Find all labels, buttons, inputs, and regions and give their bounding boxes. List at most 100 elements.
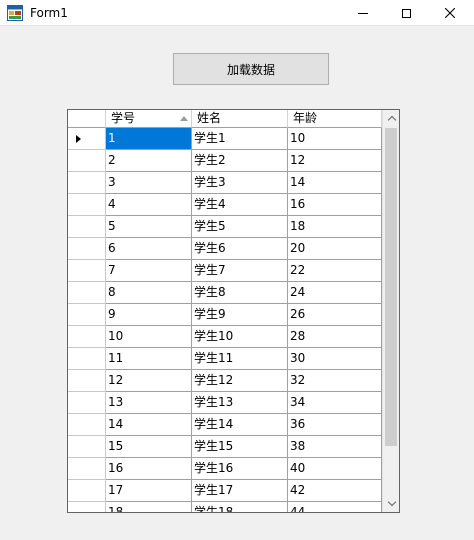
cell-age[interactable]: 20 [288,238,382,260]
cell-id[interactable]: 5 [106,216,192,238]
cell-age[interactable]: 34 [288,392,382,414]
cell-age[interactable]: 26 [288,304,382,326]
cell-id[interactable]: 12 [106,370,192,392]
cell-age[interactable]: 14 [288,172,382,194]
table-row[interactable]: 10 学生10 28 [68,326,382,348]
table-row[interactable]: 16 学生16 40 [68,458,382,480]
table-row[interactable]: 6 学生6 20 [68,238,382,260]
table-row[interactable]: 3 学生3 14 [68,172,382,194]
cell-name[interactable]: 学生13 [192,392,288,414]
cell-id[interactable]: 6 [106,238,192,260]
table-row[interactable]: 4 学生4 16 [68,194,382,216]
cell-name[interactable]: 学生18 [192,502,288,512]
cell-id[interactable]: 4 [106,194,192,216]
cell-name[interactable]: 学生9 [192,304,288,326]
table-row[interactable]: 11 学生11 30 [68,348,382,370]
column-header-age[interactable]: 年龄 [288,110,382,128]
minimize-button[interactable] [340,0,386,26]
table-row[interactable]: 12 学生12 32 [68,370,382,392]
cell-name[interactable]: 学生7 [192,260,288,282]
cell-id[interactable]: 13 [106,392,192,414]
cell-name[interactable]: 学生3 [192,172,288,194]
column-header-name[interactable]: 姓名 [192,110,288,128]
grid-corner-header[interactable] [68,110,106,128]
cell-id[interactable]: 16 [106,458,192,480]
row-header[interactable] [68,238,106,260]
maximize-button[interactable] [383,0,429,26]
row-header[interactable] [68,502,106,512]
cell-age[interactable]: 16 [288,194,382,216]
cell-name[interactable]: 学生15 [192,436,288,458]
table-row[interactable]: 13 学生13 34 [68,392,382,414]
cell-id[interactable]: 18 [106,502,192,512]
cell-id[interactable]: 11 [106,348,192,370]
cell-age[interactable]: 22 [288,260,382,282]
row-header[interactable] [68,216,106,238]
data-grid[interactable]: 学号 姓名 年龄 1 学生1 10 2 学生2 12 3 学生3 14 4 学生4 16 5 学生5 18 6… [67,109,400,513]
cell-id[interactable]: 1 [106,128,192,150]
row-header[interactable] [68,436,106,458]
row-header[interactable] [68,458,106,480]
table-row[interactable]: 14 学生14 36 [68,414,382,436]
cell-age[interactable]: 32 [288,370,382,392]
row-header[interactable] [68,282,106,304]
table-row[interactable]: 5 学生5 18 [68,216,382,238]
cell-name[interactable]: 学生6 [192,238,288,260]
cell-id[interactable]: 2 [106,150,192,172]
row-header[interactable] [68,150,106,172]
row-header[interactable] [68,260,106,282]
cell-age[interactable]: 24 [288,282,382,304]
cell-age[interactable]: 10 [288,128,382,150]
cell-id[interactable]: 3 [106,172,192,194]
cell-age[interactable]: 28 [288,326,382,348]
table-row[interactable]: 2 学生2 12 [68,150,382,172]
cell-id[interactable]: 8 [106,282,192,304]
cell-id[interactable]: 7 [106,260,192,282]
row-header[interactable] [68,414,106,436]
scroll-down-button[interactable] [383,495,399,512]
table-row[interactable]: 9 学生9 26 [68,304,382,326]
cell-name[interactable]: 学生4 [192,194,288,216]
row-header[interactable] [68,194,106,216]
load-data-button[interactable]: 加载数据 [173,53,329,85]
cell-id[interactable]: 9 [106,304,192,326]
row-header[interactable] [68,304,106,326]
cell-age[interactable]: 18 [288,216,382,238]
cell-name[interactable]: 学生1 [192,128,288,150]
cell-age[interactable]: 12 [288,150,382,172]
row-header[interactable] [68,370,106,392]
table-row[interactable]: 7 学生7 22 [68,260,382,282]
cell-age[interactable]: 42 [288,480,382,502]
row-header[interactable] [68,326,106,348]
cell-name[interactable]: 学生10 [192,326,288,348]
cell-age[interactable]: 44 [288,502,382,512]
table-row[interactable]: 8 学生8 24 [68,282,382,304]
row-header[interactable] [68,128,106,150]
column-header-id[interactable]: 学号 [106,110,192,128]
cell-age[interactable]: 38 [288,436,382,458]
cell-id[interactable]: 15 [106,436,192,458]
table-row[interactable]: 18 学生18 44 [68,502,382,512]
cell-name[interactable]: 学生5 [192,216,288,238]
row-header[interactable] [68,392,106,414]
table-row[interactable]: 15 学生15 38 [68,436,382,458]
cell-name[interactable]: 学生2 [192,150,288,172]
table-row[interactable]: 1 学生1 10 [68,128,382,150]
cell-id[interactable]: 14 [106,414,192,436]
row-header[interactable] [68,480,106,502]
cell-name[interactable]: 学生16 [192,458,288,480]
cell-name[interactable]: 学生8 [192,282,288,304]
close-button[interactable] [427,0,473,26]
row-header[interactable] [68,348,106,370]
cell-age[interactable]: 40 [288,458,382,480]
cell-age[interactable]: 30 [288,348,382,370]
cell-id[interactable]: 17 [106,480,192,502]
cell-name[interactable]: 学生11 [192,348,288,370]
cell-name[interactable]: 学生17 [192,480,288,502]
table-row[interactable]: 17 学生17 42 [68,480,382,502]
cell-name[interactable]: 学生14 [192,414,288,436]
cell-name[interactable]: 学生12 [192,370,288,392]
scroll-up-button[interactable] [383,110,399,127]
row-header[interactable] [68,172,106,194]
scrollbar-thumb[interactable] [385,128,397,446]
